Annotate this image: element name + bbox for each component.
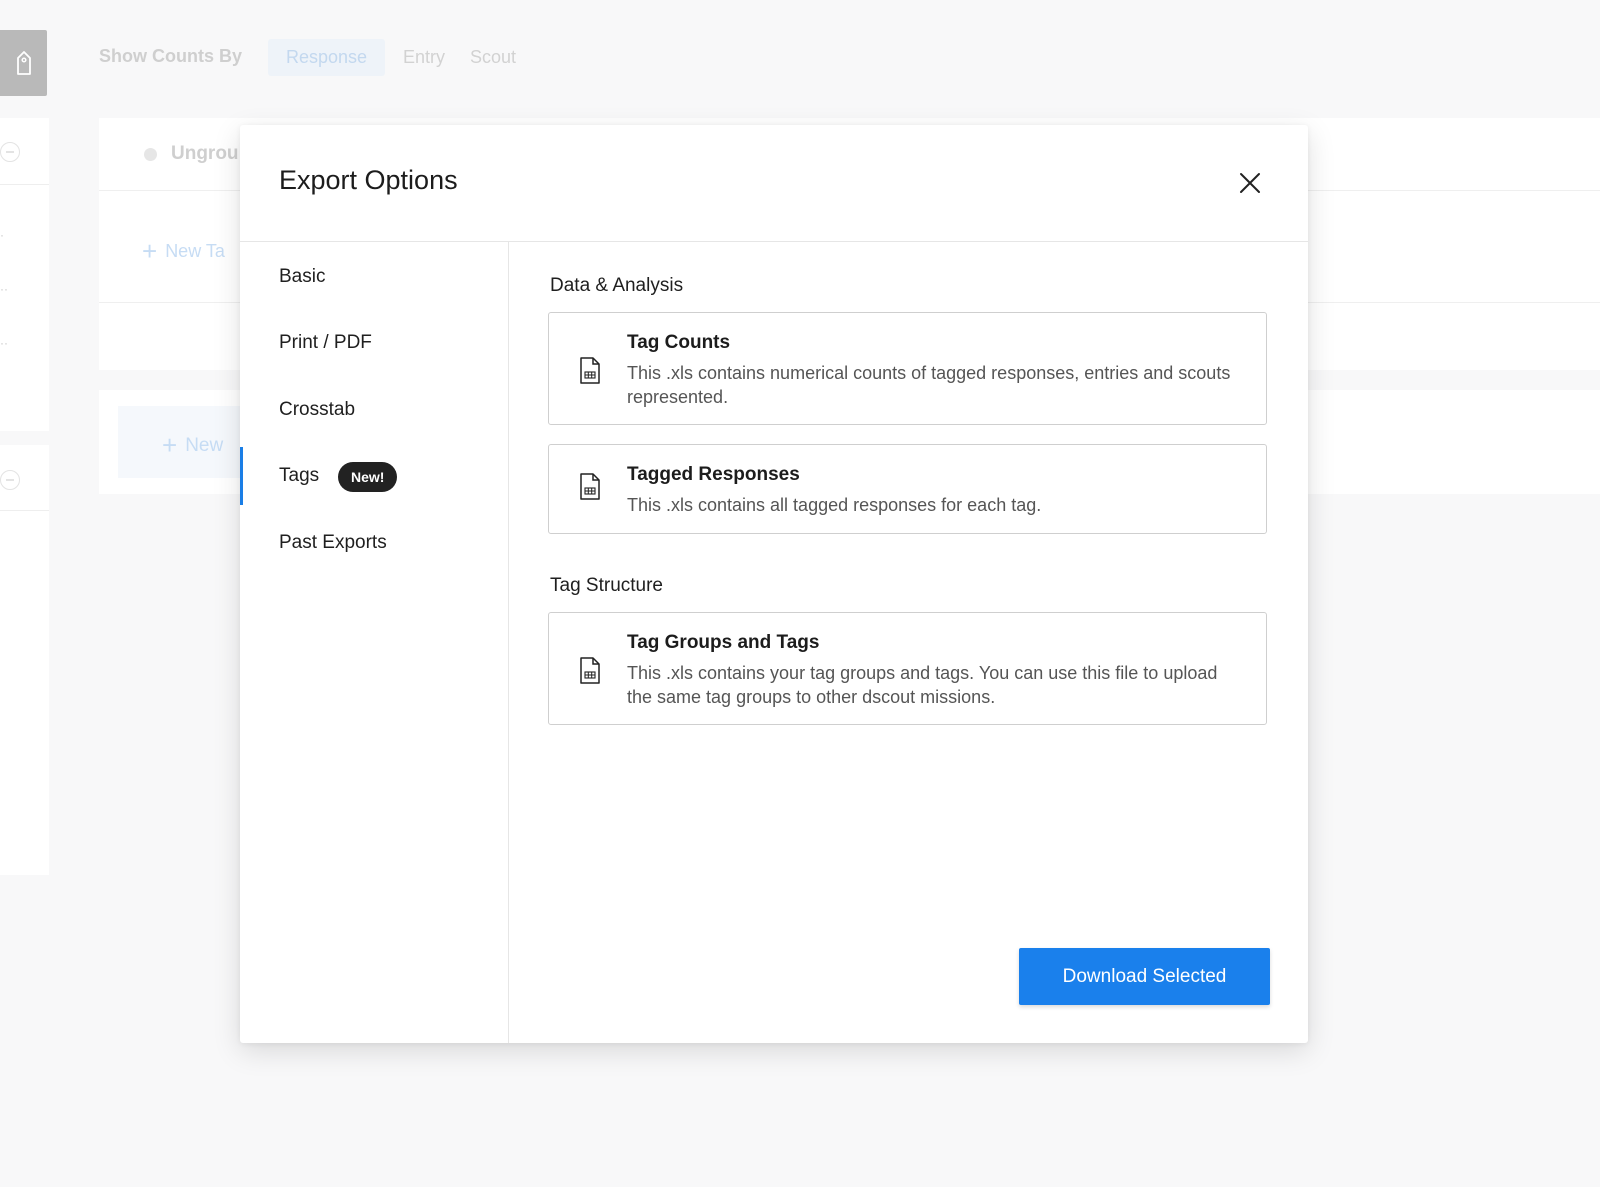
- group-color-dot: [144, 148, 157, 161]
- new-group-button[interactable]: + New: [162, 430, 223, 461]
- option-description: This .xls contains numerical counts of t…: [627, 363, 1231, 407]
- nav-item-label: Crosstab: [279, 399, 356, 420]
- list-item: ··: [0, 336, 8, 350]
- new-tag-label: New Ta: [165, 241, 225, 261]
- nav-item-label: Print / PDF: [279, 332, 372, 353]
- divider: [0, 510, 49, 511]
- option-title: Tagged Responses: [627, 464, 800, 485]
- nav-item-basic[interactable]: Basic: [240, 248, 508, 306]
- new-tag-button[interactable]: + New Ta: [142, 236, 225, 267]
- spreadsheet-file-icon: [580, 657, 600, 684]
- collapse-icon[interactable]: [0, 470, 20, 490]
- count-option-entry[interactable]: Entry: [403, 39, 445, 76]
- plus-icon: +: [162, 430, 178, 460]
- spreadsheet-file-icon: [580, 473, 600, 500]
- show-counts-label: Show Counts By: [99, 46, 242, 66]
- left-group-card: [0, 118, 49, 431]
- nav-item-label: Basic: [279, 266, 326, 287]
- nav-item-crosstab[interactable]: Crosstab: [240, 381, 508, 439]
- tag-panel-toggle[interactable]: [0, 30, 47, 96]
- modal-title: Export Options: [279, 165, 458, 195]
- export-option-tag-counts[interactable]: Tag Counts This .xls contains numerical …: [548, 312, 1267, 425]
- plus-icon: +: [142, 236, 158, 266]
- option-description: This .xls contains your tag groups and t…: [627, 663, 1218, 707]
- close-button[interactable]: [1236, 169, 1264, 197]
- export-option-tagged-responses[interactable]: Tagged Responses This .xls contains all …: [548, 444, 1267, 534]
- nav-item-tags[interactable]: Tags New!: [240, 447, 508, 505]
- section-title: Data & Analysis: [550, 275, 684, 296]
- nav-item-label: Tags: [279, 465, 320, 486]
- list-item: ·: [0, 228, 4, 242]
- close-icon: [1240, 173, 1260, 193]
- spreadsheet-file-icon: [580, 357, 600, 384]
- count-option-response[interactable]: Response: [268, 39, 385, 76]
- nav-item-print-pdf[interactable]: Print / PDF: [240, 314, 508, 372]
- collapse-icon[interactable]: [0, 142, 20, 162]
- export-nav: Basic Print / PDF Crosstab Tags New! Pas…: [240, 242, 509, 1043]
- section-title: Tag Structure: [550, 575, 663, 596]
- nav-item-past-exports[interactable]: Past Exports: [240, 514, 508, 572]
- new-group-label: New: [185, 435, 224, 456]
- export-option-tag-groups[interactable]: Tag Groups and Tags This .xls contains y…: [548, 612, 1267, 725]
- tag-icon: [16, 51, 31, 75]
- modal-header: Export Options: [240, 125, 1308, 242]
- option-title: Tag Groups and Tags: [627, 632, 820, 653]
- download-selected-button[interactable]: Download Selected: [1019, 948, 1270, 1005]
- option-title: Tag Counts: [627, 332, 731, 353]
- export-content: Data & Analysis Tag Counts This .xls con…: [509, 242, 1308, 1043]
- group-name: Ungrou: [171, 143, 239, 164]
- option-description: This .xls contains all tagged responses …: [627, 495, 1042, 515]
- list-item: ··: [0, 282, 8, 296]
- new-badge: New!: [338, 462, 398, 492]
- nav-item-label: Past Exports: [279, 532, 387, 553]
- divider: [0, 184, 49, 185]
- export-options-modal: Export Options Basic Print / PDF Crossta…: [240, 125, 1308, 1043]
- count-option-scout[interactable]: Scout: [470, 39, 516, 76]
